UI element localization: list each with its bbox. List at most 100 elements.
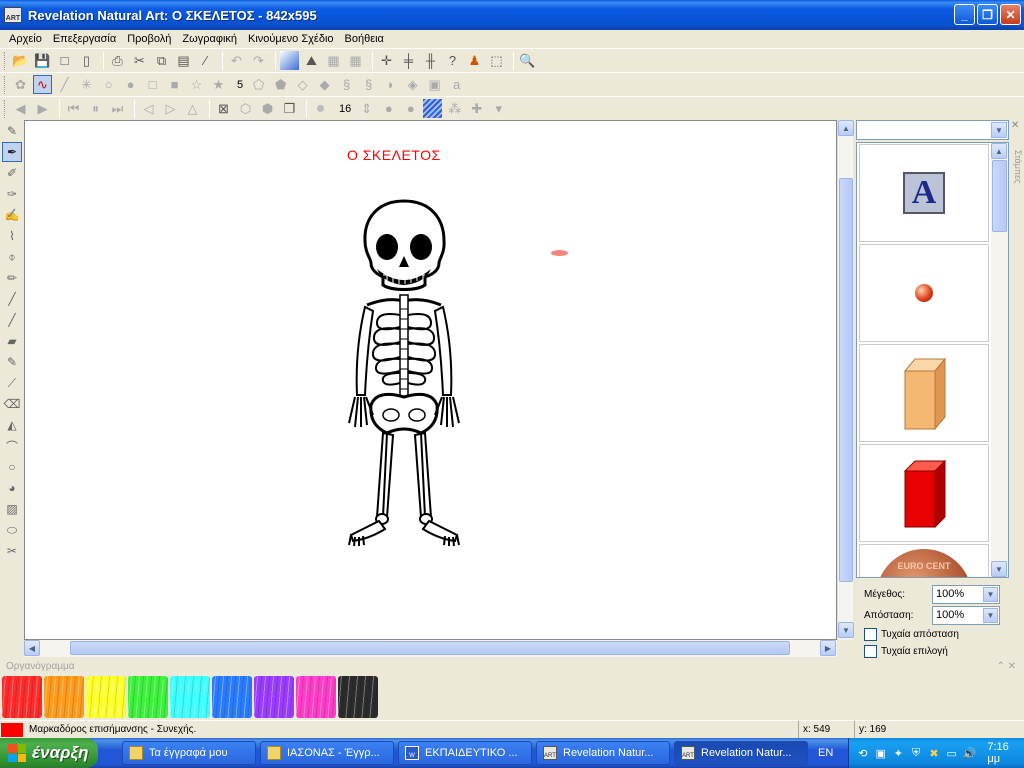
shield-icon[interactable]: ⛨ (908, 745, 924, 761)
minimize-button[interactable]: _ (954, 4, 975, 25)
menu-paint[interactable]: Ζωγραφική (182, 33, 237, 45)
scroll-up-arrow-icon[interactable]: ▲ (991, 143, 1007, 159)
start-button[interactable]: έναρξη (0, 738, 98, 768)
copy-icon[interactable]: ⧉ (152, 51, 171, 70)
layers-icon[interactable]: ❐ (280, 99, 299, 118)
mirror-horizontal-icon[interactable]: ╫ (421, 51, 440, 70)
sync-icon[interactable]: ⟲ (855, 745, 871, 761)
flip-left-icon[interactable]: ◁ (139, 99, 158, 118)
sphere-icon[interactable]: ◕ (2, 478, 22, 498)
color-swatch-yellow[interactable] (86, 676, 126, 718)
landscape-icon[interactable]: ⛰ (302, 51, 321, 70)
rectangle-outline-icon[interactable]: □ (143, 75, 162, 94)
freeform-outline-icon[interactable]: ◇ (293, 75, 312, 94)
scroll-left-arrow-icon[interactable]: ◀ (24, 640, 40, 656)
volume-icon[interactable]: 🔊 (962, 745, 978, 761)
wave-filled-icon[interactable]: § (359, 75, 378, 94)
pen-icon[interactable]: ✐ (2, 163, 22, 183)
blend-icon[interactable]: ○ (2, 457, 22, 477)
pencil-icon[interactable]: ✎ (2, 121, 22, 141)
monitor-icon[interactable]: ▭ (944, 745, 960, 761)
chalk-icon[interactable]: ╱ (2, 289, 22, 309)
spray-icon[interactable]: ⁂ (445, 99, 464, 118)
horizontal-scroll-thumb[interactable] (70, 641, 790, 655)
stamp-red-ball[interactable] (859, 244, 989, 342)
brush-size-value[interactable]: 16 (339, 103, 351, 115)
toolbar-grip[interactable] (4, 75, 7, 94)
pause-icon[interactable]: ⏸ (86, 99, 105, 118)
save-icon[interactable]: 💾 (33, 51, 52, 70)
color-swatch-pink[interactable] (296, 676, 336, 718)
brush-size-spinner-icon[interactable]: ⇕ (357, 99, 376, 118)
drawing-canvas[interactable]: Ο ΣΚΕΛΕΤΟΣ (24, 120, 837, 640)
scroll-down-arrow-icon[interactable]: ▼ (991, 561, 1007, 577)
color-swatch-red[interactable] (2, 676, 42, 718)
mirror-vertical-icon[interactable]: ╪ (399, 51, 418, 70)
task-word-document[interactable]: W ΕΚΠΑΙΔΕΥΤΙΚΟ ... (398, 741, 532, 765)
grid-icon[interactable]: ▦ (324, 51, 343, 70)
alert-icon[interactable]: ✖ (926, 745, 942, 761)
highlighter-marker-icon[interactable]: ✒ (2, 142, 22, 162)
brush-icon[interactable]: ✍ (2, 205, 22, 225)
undo-icon[interactable]: ↶ (227, 51, 246, 70)
color-swatch-purple[interactable] (254, 676, 294, 718)
fit-icon[interactable]: ⬢ (258, 99, 277, 118)
maximize-button[interactable]: ❐ (977, 4, 998, 25)
brush-shape-icon[interactable]: ● (311, 99, 330, 118)
freehand-curve-icon[interactable]: ∿ (33, 75, 52, 94)
eyedropper-icon[interactable]: ⁄ (196, 51, 215, 70)
stretch-icon[interactable]: ⊠ (214, 99, 233, 118)
text-icon[interactable]: a (447, 75, 466, 94)
next-frame-icon[interactable]: ▶ (33, 99, 52, 118)
scroll-right-arrow-icon[interactable]: ▶ (820, 640, 836, 656)
eraser-icon[interactable]: ⌫ (2, 394, 22, 414)
chevron-down-icon[interactable]: ▼ (983, 586, 998, 602)
toolbar-options-icon[interactable]: ▾ (489, 99, 508, 118)
insert-image-icon[interactable]: ▣ (425, 75, 444, 94)
chevron-down-icon[interactable]: ▼ (991, 122, 1007, 138)
cut-icon[interactable]: ✂ (130, 51, 149, 70)
flip-right-icon[interactable]: ▷ (161, 99, 180, 118)
stamp-distance-select[interactable]: 100% ▼ (932, 605, 1000, 625)
calligraphy-icon[interactable]: ✑ (2, 184, 22, 204)
scroll-up-arrow-icon[interactable]: ▲ (838, 120, 854, 136)
stamps-list-scrollbar[interactable]: ▲ ▼ (991, 143, 1008, 577)
wide-marker-icon[interactable]: ▰ (2, 331, 22, 351)
redo-icon[interactable]: ↷ (249, 51, 268, 70)
task-my-documents[interactable]: Τα έγγραφά μου (122, 741, 256, 765)
paste-icon[interactable]: ▤ (174, 51, 193, 70)
scroll-down-arrow-icon[interactable]: ▼ (838, 622, 854, 638)
random-distance-checkbox[interactable] (864, 627, 877, 641)
color-swatch-cyan[interactable] (170, 676, 210, 718)
color-swatch-green[interactable] (128, 676, 168, 718)
menu-view[interactable]: Προβολή (127, 33, 171, 45)
random-choice-checkbox[interactable] (864, 644, 877, 658)
forward-icon[interactable]: ⏭ (108, 99, 127, 118)
polygon-filled-icon[interactable]: ⬟ (271, 75, 290, 94)
stamps-side-tab[interactable]: Στάμπες (1011, 120, 1023, 200)
smudge-icon[interactable]: ⌒ (2, 436, 22, 456)
circle-filled-icon[interactable]: ● (121, 75, 140, 94)
canvas-vertical-scrollbar[interactable]: ▲ ▼ (837, 120, 854, 640)
organizer-close-icon[interactable]: ⌃ ✕ (996, 660, 1016, 674)
freeform-filled-icon[interactable]: ◆ (315, 75, 334, 94)
selection-icon[interactable]: ⬚ (487, 51, 506, 70)
menu-animation[interactable]: Κινούμενο Σχέδιο (248, 33, 334, 45)
print-icon[interactable]: ⎙ (108, 51, 127, 70)
crosshair-icon[interactable]: ✛ (377, 51, 396, 70)
lasso-icon[interactable]: ✿ (11, 75, 30, 94)
color-swatch-orange[interactable] (44, 676, 84, 718)
color-swatch-black[interactable] (338, 676, 378, 718)
tile-icon[interactable]: ▦ (346, 51, 365, 70)
fine-pen-icon[interactable]: ⟋ (2, 373, 22, 393)
new-page-icon[interactable]: □ (55, 51, 74, 70)
rewind-icon[interactable]: ⏮ (64, 99, 83, 118)
stamp-wood-block[interactable] (859, 344, 989, 442)
texture-icon[interactable] (423, 99, 443, 118)
stamp-letter-a[interactable]: A (859, 144, 989, 242)
charcoal-icon[interactable]: ╱ (2, 310, 22, 330)
rotate-icon[interactable]: ⬡ (236, 99, 255, 118)
rectangle-filled-icon[interactable]: ■ (165, 75, 184, 94)
prev-frame-icon[interactable]: ◀ (11, 99, 30, 118)
cross-brush-icon[interactable]: ✚ (467, 99, 486, 118)
